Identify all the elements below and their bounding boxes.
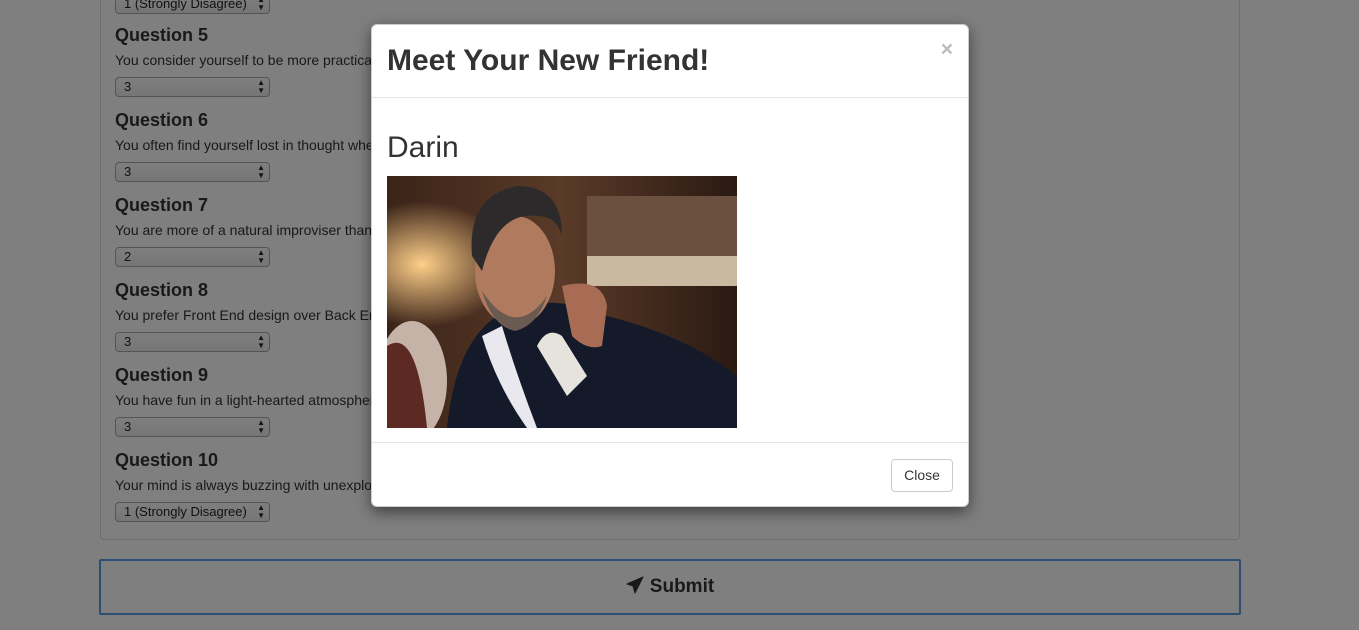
modal-title: Meet Your New Friend! bbox=[387, 44, 710, 77]
friend-name: Darin bbox=[387, 131, 459, 164]
modal-footer: Close bbox=[372, 442, 968, 508]
close-icon[interactable]: × bbox=[941, 39, 953, 60]
close-button[interactable]: Close bbox=[891, 459, 953, 492]
friend-photo bbox=[387, 176, 737, 428]
modal-header: Meet Your New Friend! × bbox=[372, 25, 968, 98]
friend-modal: Meet Your New Friend! × Darin Close bbox=[371, 24, 969, 507]
